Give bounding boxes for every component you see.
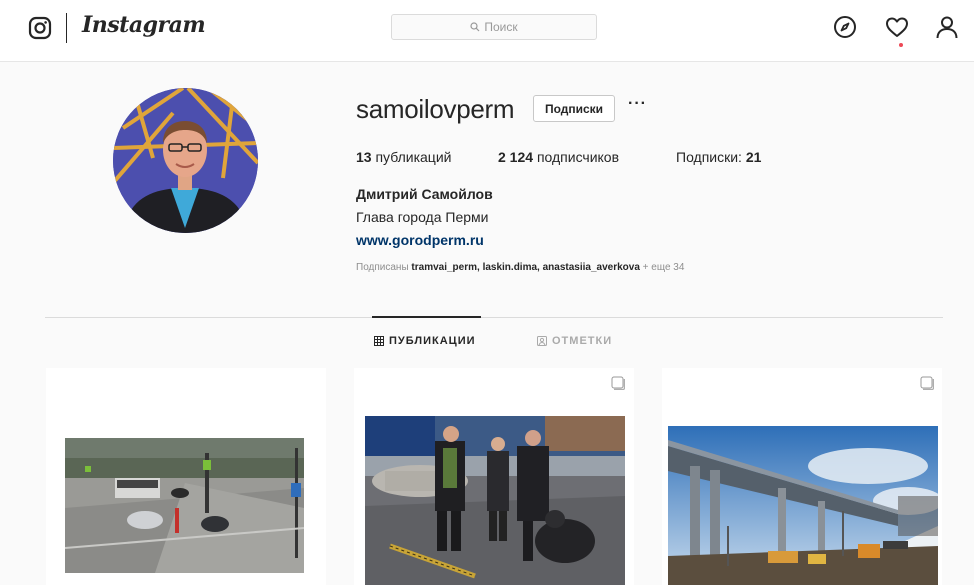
search-placeholder: Поиск (484, 20, 518, 34)
post-thumbnail[interactable] (662, 368, 942, 585)
compass-icon[interactable] (832, 14, 858, 40)
tab-tagged-label: ОТМЕТКИ (552, 335, 613, 347)
profile-username: samoilovperm (356, 94, 515, 124)
profile-avatar[interactable] (113, 88, 258, 233)
instagram-wordmark[interactable]: Instagram (82, 12, 206, 38)
tag-icon (537, 336, 547, 346)
user-icon[interactable] (934, 14, 960, 40)
posts-count: 13 (356, 149, 372, 165)
followers-count-stat[interactable]: 2 124 подписчиков (498, 149, 619, 165)
post-thumbnail[interactable] (46, 368, 326, 585)
street-intersection-photo (65, 438, 304, 573)
tab-tagged[interactable]: ОТМЕТКИ (537, 335, 612, 347)
followed-by-names: tramvai_perm, laskin.dima, anastasiia_av… (411, 262, 640, 273)
posts-count-stat: 13 публикаций (356, 149, 451, 165)
following-count-stat[interactable]: Подписки: 21 (676, 149, 761, 165)
followers-label: подписчиков (536, 149, 620, 165)
top-navigation-bar: Instagram Поиск (0, 0, 974, 62)
notification-dot (899, 43, 903, 47)
followed-by-label: Подписаны (356, 262, 409, 273)
search-input[interactable]: Поиск (391, 14, 597, 40)
tabs-divider (45, 317, 943, 318)
search-icon (470, 22, 480, 32)
tab-posts[interactable]: ПУБЛИКАЦИИ (374, 335, 476, 347)
people-inspecting-asphalt-photo (365, 416, 625, 585)
active-tab-indicator (372, 316, 481, 318)
grid-icon (374, 336, 384, 346)
posts-label: публикаций (375, 149, 452, 165)
profile-website-link[interactable]: www.gorodperm.ru (356, 232, 484, 248)
multiple-photos-icon (920, 376, 934, 390)
following-count: 21 (745, 149, 762, 165)
instagram-camera-icon[interactable] (28, 16, 52, 40)
following-button[interactable]: Подписки (533, 95, 615, 122)
heart-icon[interactable] (884, 14, 910, 40)
multiple-photos-icon (611, 376, 625, 390)
profile-full-name: Дмитрий Самойлов (356, 186, 493, 202)
followed-by-more: + еще 34 (642, 262, 685, 273)
bridge-construction-photo (668, 426, 938, 585)
post-thumbnail[interactable] (354, 368, 634, 585)
tab-posts-label: ПУБЛИКАЦИИ (389, 335, 476, 347)
more-options-button[interactable]: ··· (628, 95, 647, 113)
followers-count: 2 124 (498, 149, 534, 165)
profile-bio: Глава города Перми (356, 209, 489, 225)
followed-by-line[interactable]: Подписаны tramvai_perm, laskin.dima, ana… (356, 262, 684, 273)
following-label: Подписки: (676, 149, 742, 165)
avatar-photo (113, 88, 258, 233)
logo-divider (66, 13, 67, 43)
